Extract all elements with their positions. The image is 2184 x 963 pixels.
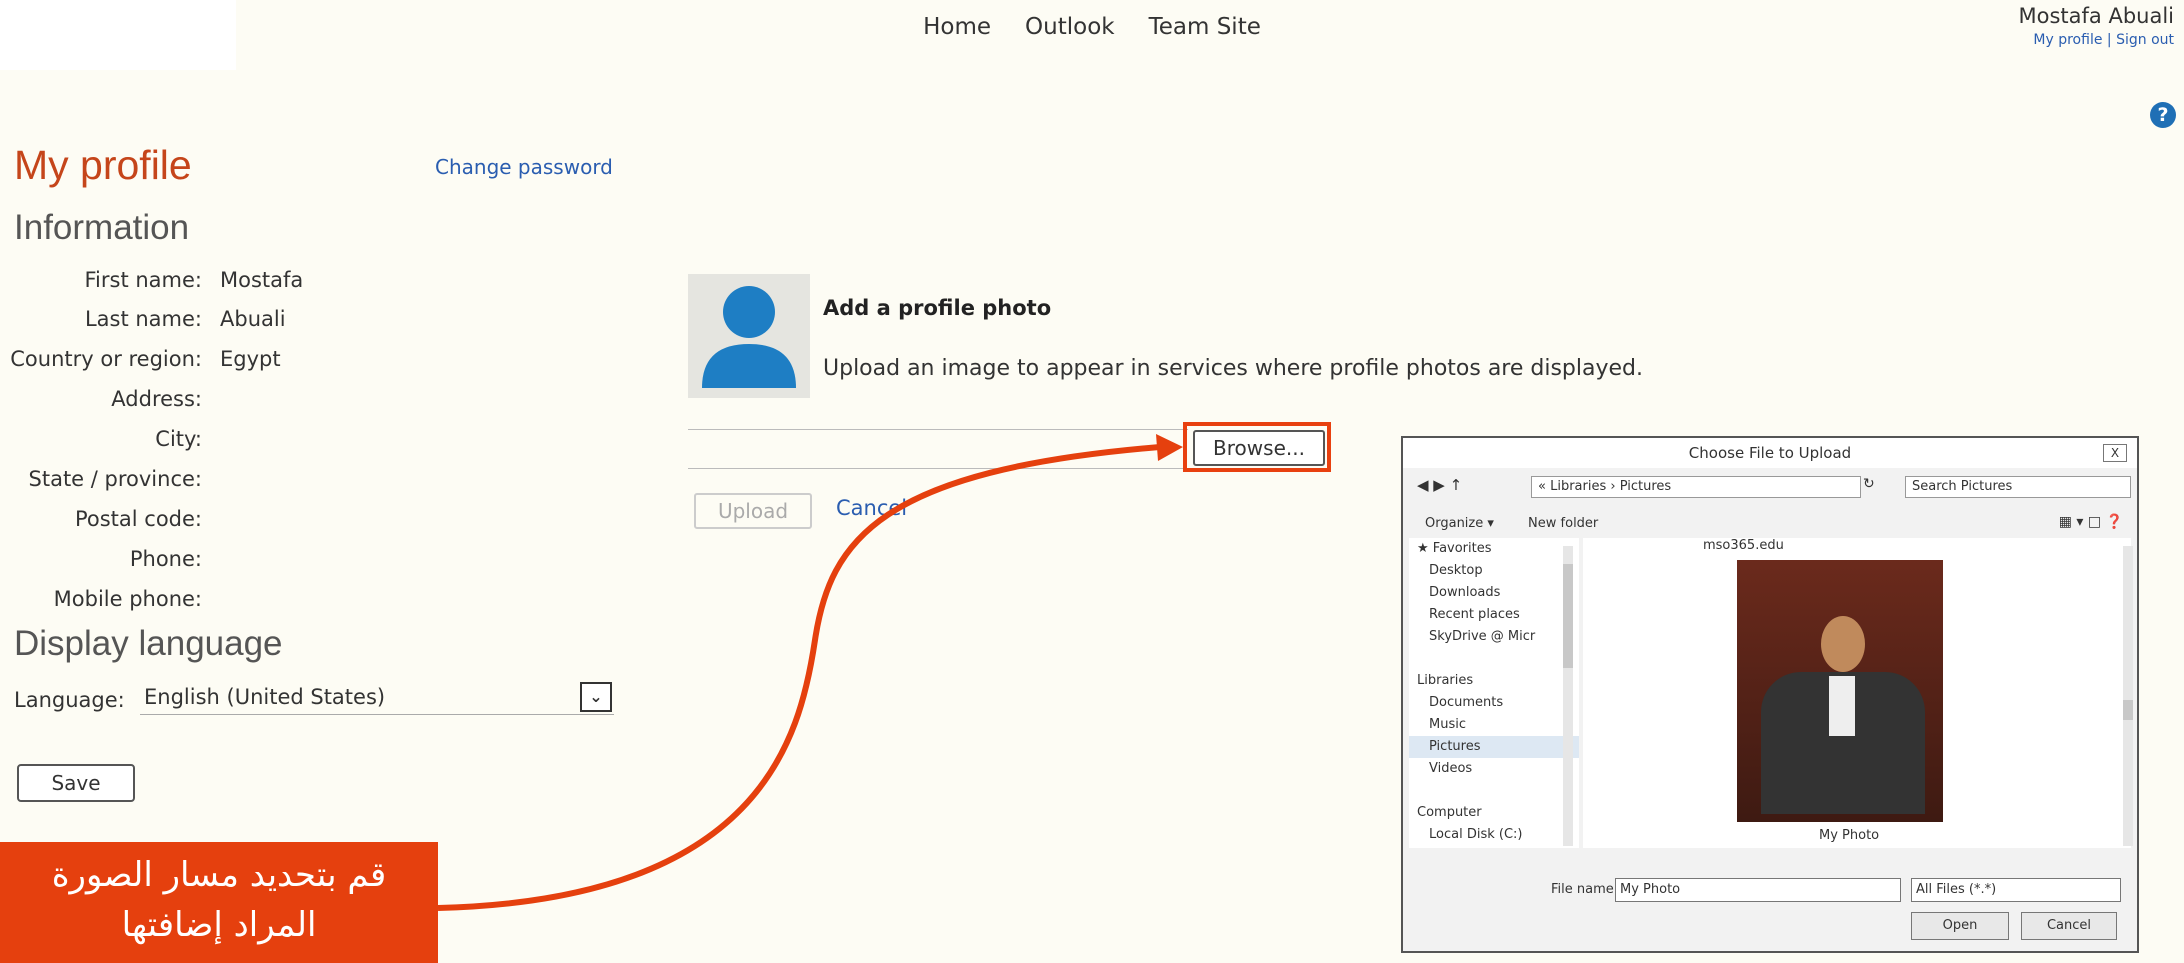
tree-item[interactable]: Pictures [1409, 736, 1579, 758]
tree-scrollbar-thumb[interactable] [1563, 564, 1573, 668]
view-options-icon[interactable]: ▦ ▾ □ ❓ [2059, 514, 2123, 530]
photo-thumbnail[interactable] [1737, 560, 1943, 822]
tree-item[interactable]: Documents [1409, 692, 1579, 714]
tree-item[interactable]: Music [1409, 714, 1579, 736]
callout-line-1: قم بتحديد مسار الصورة [51, 855, 387, 895]
photo-person-shirt [1829, 676, 1855, 736]
file-name-label: File name: [1551, 882, 1619, 897]
dialog-title: Choose File to Upload [1688, 444, 1852, 462]
callout-line-2: المراد إضافتها [121, 905, 317, 945]
navigation-tree: ★ Favorites Desktop Downloads Recent places… [1409, 538, 1579, 848]
file-type-select[interactable]: All Files (*.*) [1911, 878, 2121, 902]
tree-item[interactable]: Local Disk (C:) [1409, 824, 1579, 846]
organize-button[interactable]: Organize ▾ [1425, 516, 1494, 531]
dialog-cancel-button[interactable]: Cancel [2021, 912, 2117, 940]
tree-item [1409, 780, 1579, 802]
instruction-callout: قم بتحديد مسار الصورة المراد إضافتها [0, 842, 438, 963]
nav-arrows-icon[interactable]: ◀ ▶ ↑ [1417, 476, 1462, 494]
file-upload-dialog: Choose File to Upload X ◀ ▶ ↑ « Librarie… [1401, 436, 2139, 953]
content-scrollbar-thumb[interactable] [2123, 700, 2133, 720]
tree-item[interactable]: Libraries [1409, 670, 1579, 692]
tree-item[interactable]: Desktop [1409, 560, 1579, 582]
new-folder-button[interactable]: New folder [1528, 516, 1598, 531]
dialog-toolbar: Organize ▾ New folder [1425, 516, 1628, 531]
file-list: mso365.edu My Photo [1583, 538, 2131, 848]
content-scrollbar[interactable] [2123, 546, 2133, 846]
tree-item[interactable]: Videos [1409, 758, 1579, 780]
file-name-input[interactable]: My Photo [1615, 878, 1901, 902]
tree-item [1409, 648, 1579, 670]
tree-item[interactable]: Recent places [1409, 604, 1579, 626]
photo-caption[interactable]: My Photo [1819, 828, 1879, 843]
close-icon[interactable]: X [2103, 444, 2127, 462]
open-button[interactable]: Open [1911, 912, 2009, 940]
refresh-icon[interactable]: ↻ [1863, 476, 1875, 492]
tree-item[interactable]: Computer [1409, 802, 1579, 824]
search-input[interactable]: Search Pictures [1905, 476, 2131, 498]
tree-item[interactable]: Downloads [1409, 582, 1579, 604]
photo-person-head [1821, 616, 1865, 672]
file-item-label[interactable]: mso365.edu [1703, 538, 1784, 553]
tree-item[interactable]: ★ Favorites [1409, 538, 1579, 560]
address-bar[interactable]: « Libraries › Pictures [1531, 476, 1861, 498]
tree-item[interactable]: SkyDrive @ Micr [1409, 626, 1579, 648]
